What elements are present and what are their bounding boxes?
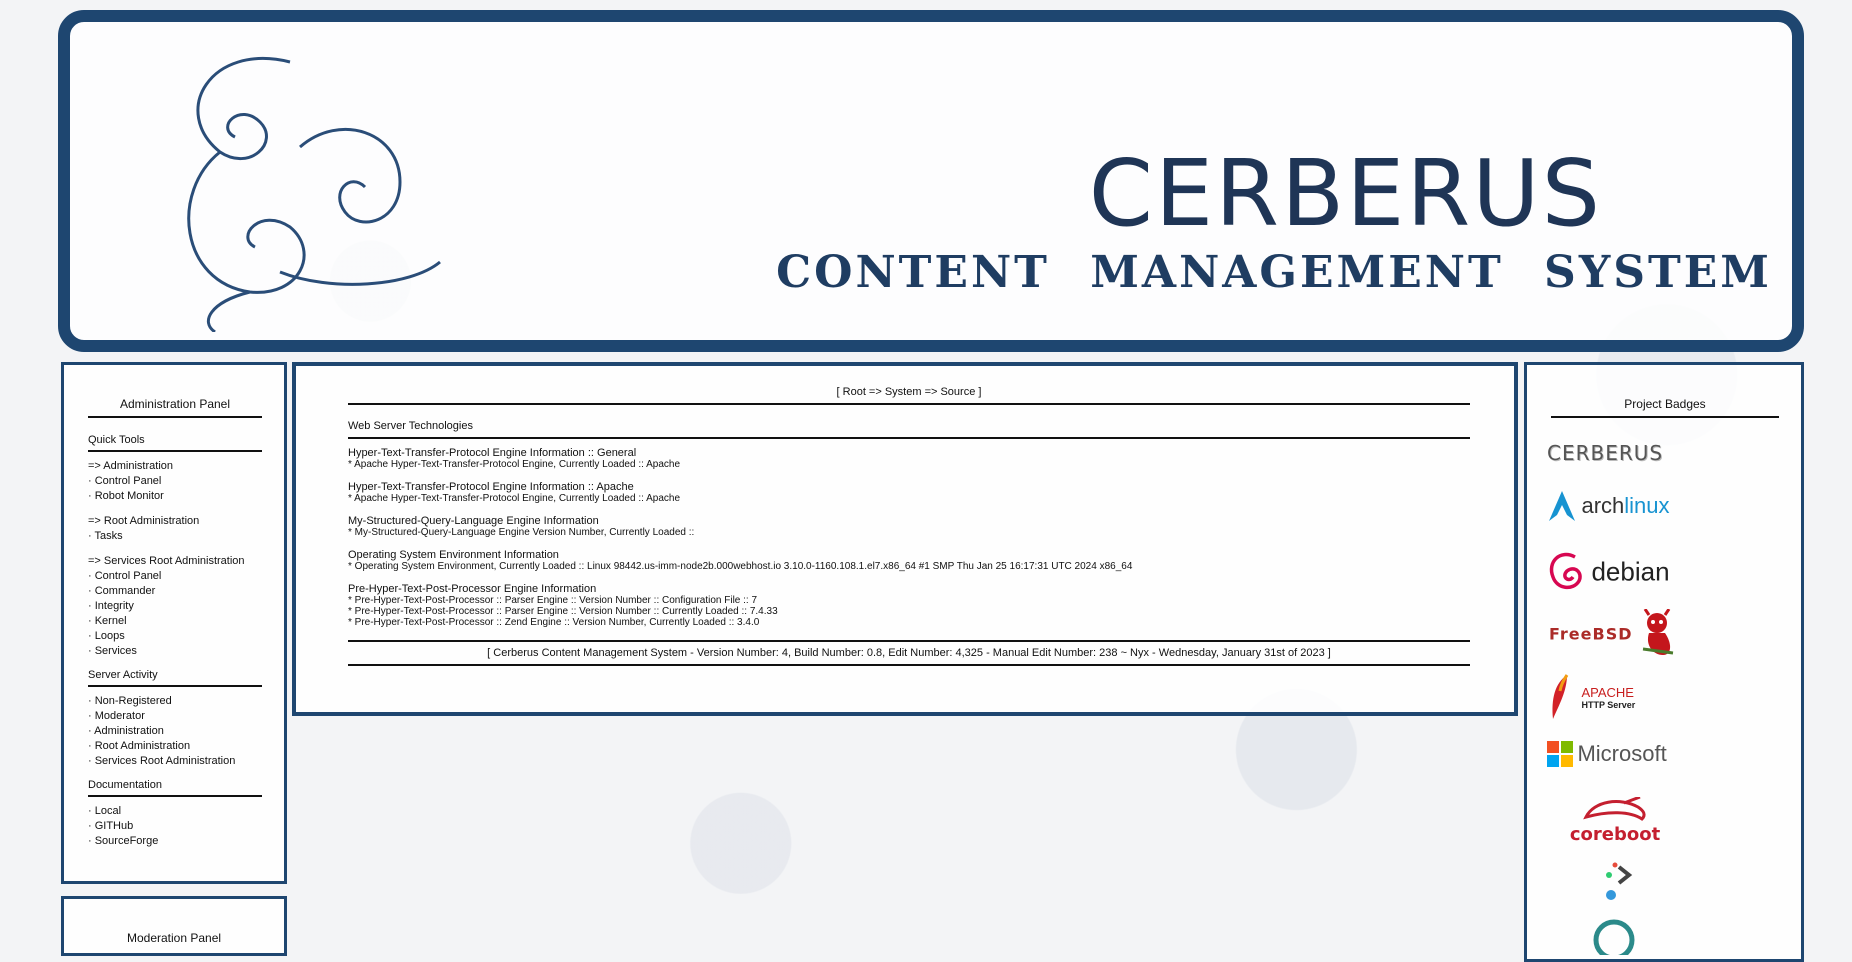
- ring-logo-icon: [1593, 919, 1635, 961]
- debian-badge[interactable]: debian: [1545, 547, 1670, 597]
- dots-arrow-badge[interactable]: [1589, 859, 1639, 903]
- doc-sourceforge-link[interactable]: · SourceForge: [88, 834, 262, 849]
- freebsd-text: FreeBSD: [1549, 624, 1633, 644]
- debian-text: debian: [1591, 556, 1670, 587]
- activity-administration[interactable]: · Administration: [88, 724, 262, 739]
- nav-root-administration[interactable]: => Root Administration: [88, 514, 262, 529]
- info-line: * Pre-Hyper-Text-Post-Processor :: Parse…: [348, 595, 758, 606]
- activity-root-administration[interactable]: · Root Administration: [88, 739, 262, 754]
- doc-github-link[interactable]: · GITHub: [88, 819, 262, 834]
- administration-panel: Administration Panel Quick Tools => Admi…: [61, 362, 287, 884]
- main-content-panel: [ Root => System => Source ] Web Server …: [292, 362, 1518, 716]
- apache-feather-icon: [1552, 674, 1569, 719]
- nav-administration[interactable]: => Administration: [88, 459, 262, 474]
- site-banner: CERBERUS CONTENT MANAGEMENT SYSTEM: [58, 10, 1804, 352]
- info-block-heading: Pre-Hyper-Text-Post-Processor Engine Inf…: [348, 583, 597, 595]
- apache-text: APACHE: [1581, 684, 1634, 700]
- arch-text: arch: [1581, 493, 1625, 518]
- debian-swirl-icon: [1549, 552, 1582, 590]
- info-block: Hyper-Text-Transfer-Protocol Engine Info…: [348, 481, 1470, 504]
- freebsd-badge[interactable]: FreeBSD: [1549, 608, 1679, 659]
- nav-commander[interactable]: · Commander: [88, 584, 262, 599]
- breadcrumb: [ Root => System => Source ]: [348, 386, 1470, 405]
- info-line: * Pre-Hyper-Text-Post-Processor :: Parse…: [348, 606, 778, 617]
- nav-loops[interactable]: · Loops: [88, 629, 262, 644]
- cerberus-badge-text: CERBERUS: [1547, 441, 1664, 465]
- microsoft-text: Microsoft: [1577, 741, 1667, 766]
- info-block: Operating System Environment Information…: [348, 549, 1470, 572]
- moderation-panel: Moderation Panel: [61, 896, 287, 956]
- documentation-heading: Documentation: [88, 779, 262, 797]
- quick-tools-list: => Administration · Control Panel · Robo…: [88, 459, 262, 659]
- nav-kernel[interactable]: · Kernel: [88, 614, 262, 629]
- info-line: * Apache Hyper-Text-Transfer-Protocol En…: [348, 459, 681, 470]
- info-block: Pre-Hyper-Text-Post-Processor Engine Inf…: [348, 583, 1470, 628]
- server-activity-list: · Non-Registered · Moderator · Administr…: [88, 694, 262, 769]
- microsoft-badge[interactable]: Microsoft: [1547, 741, 1667, 771]
- administration-panel-title: Administration Panel: [88, 397, 262, 418]
- cerberus-badge[interactable]: CERBERUS: [1547, 431, 1664, 475]
- activity-moderator[interactable]: · Moderator: [88, 709, 262, 724]
- coreboot-rabbit-icon: [1583, 795, 1646, 821]
- documentation-list: · Local · GITHub · SourceForge: [88, 804, 262, 849]
- activity-services-root-administration[interactable]: · Services Root Administration: [88, 754, 262, 769]
- doc-local-link[interactable]: · Local: [88, 804, 262, 819]
- microsoft-logo-icon: [1547, 741, 1573, 767]
- archlinux-badge[interactable]: archlinux: [1547, 489, 1670, 525]
- info-line: * Operating System Environment, Currentl…: [348, 561, 1133, 572]
- info-block-heading: Hyper-Text-Transfer-Protocol Engine Info…: [348, 447, 637, 459]
- apache-subtext: HTTP Server: [1581, 699, 1636, 710]
- activity-non-registered[interactable]: · Non-Registered: [88, 694, 262, 709]
- quick-tools-heading: Quick Tools: [88, 434, 262, 452]
- info-block-heading: Operating System Environment Information: [348, 549, 559, 561]
- section-title: Web Server Technologies: [348, 420, 1470, 439]
- nav-services-root-administration[interactable]: => Services Root Administration: [88, 554, 262, 569]
- info-block-heading: My-Structured-Query-Language Engine Info…: [348, 515, 599, 527]
- banner-title: CERBERUS: [1088, 140, 1602, 247]
- coreboot-text: coreboot: [1569, 824, 1661, 845]
- coreboot-badge[interactable]: coreboot: [1561, 795, 1669, 845]
- apache-badge[interactable]: APACHE HTTP Server: [1549, 673, 1635, 721]
- nav-control-panel[interactable]: · Control Panel: [88, 474, 262, 489]
- project-badges-title: Project Badges: [1551, 397, 1779, 418]
- info-line: * Pre-Hyper-Text-Post-Processor :: Zend …: [348, 617, 760, 628]
- nav-services[interactable]: · Services: [88, 644, 262, 659]
- project-badges-panel: Project Badges CERBERUS archlinux debian…: [1524, 362, 1804, 962]
- info-block: Hyper-Text-Transfer-Protocol Engine Info…: [348, 447, 1470, 470]
- info-block-heading: Hyper-Text-Transfer-Protocol Engine Info…: [348, 481, 634, 493]
- banner-subtitle: CONTENT MANAGEMENT SYSTEM: [776, 247, 1772, 298]
- bsd-daemon-icon: [1642, 608, 1674, 655]
- nav-robot-monitor[interactable]: · Robot Monitor: [88, 489, 262, 504]
- moderation-panel-title: Moderation Panel: [126, 931, 222, 945]
- nav-tasks[interactable]: · Tasks: [88, 529, 262, 544]
- nav-services-control-panel[interactable]: · Control Panel: [88, 569, 262, 584]
- linux-text: linux: [1624, 493, 1670, 518]
- dots-arrow-logo-icon: [1606, 862, 1633, 900]
- swirl-logo-icon: [187, 56, 441, 332]
- ring-badge[interactable]: [1589, 915, 1639, 961]
- server-activity-heading: Server Activity: [88, 669, 262, 687]
- nav-integrity[interactable]: · Integrity: [88, 599, 262, 614]
- version-footer: [ Cerberus Content Management System - V…: [348, 640, 1470, 666]
- arch-logo-icon: [1549, 491, 1575, 521]
- info-block: My-Structured-Query-Language Engine Info…: [348, 515, 1470, 538]
- info-line: * My-Structured-Query-Language Engine Ve…: [348, 527, 695, 538]
- info-line: * Apache Hyper-Text-Transfer-Protocol En…: [348, 493, 681, 504]
